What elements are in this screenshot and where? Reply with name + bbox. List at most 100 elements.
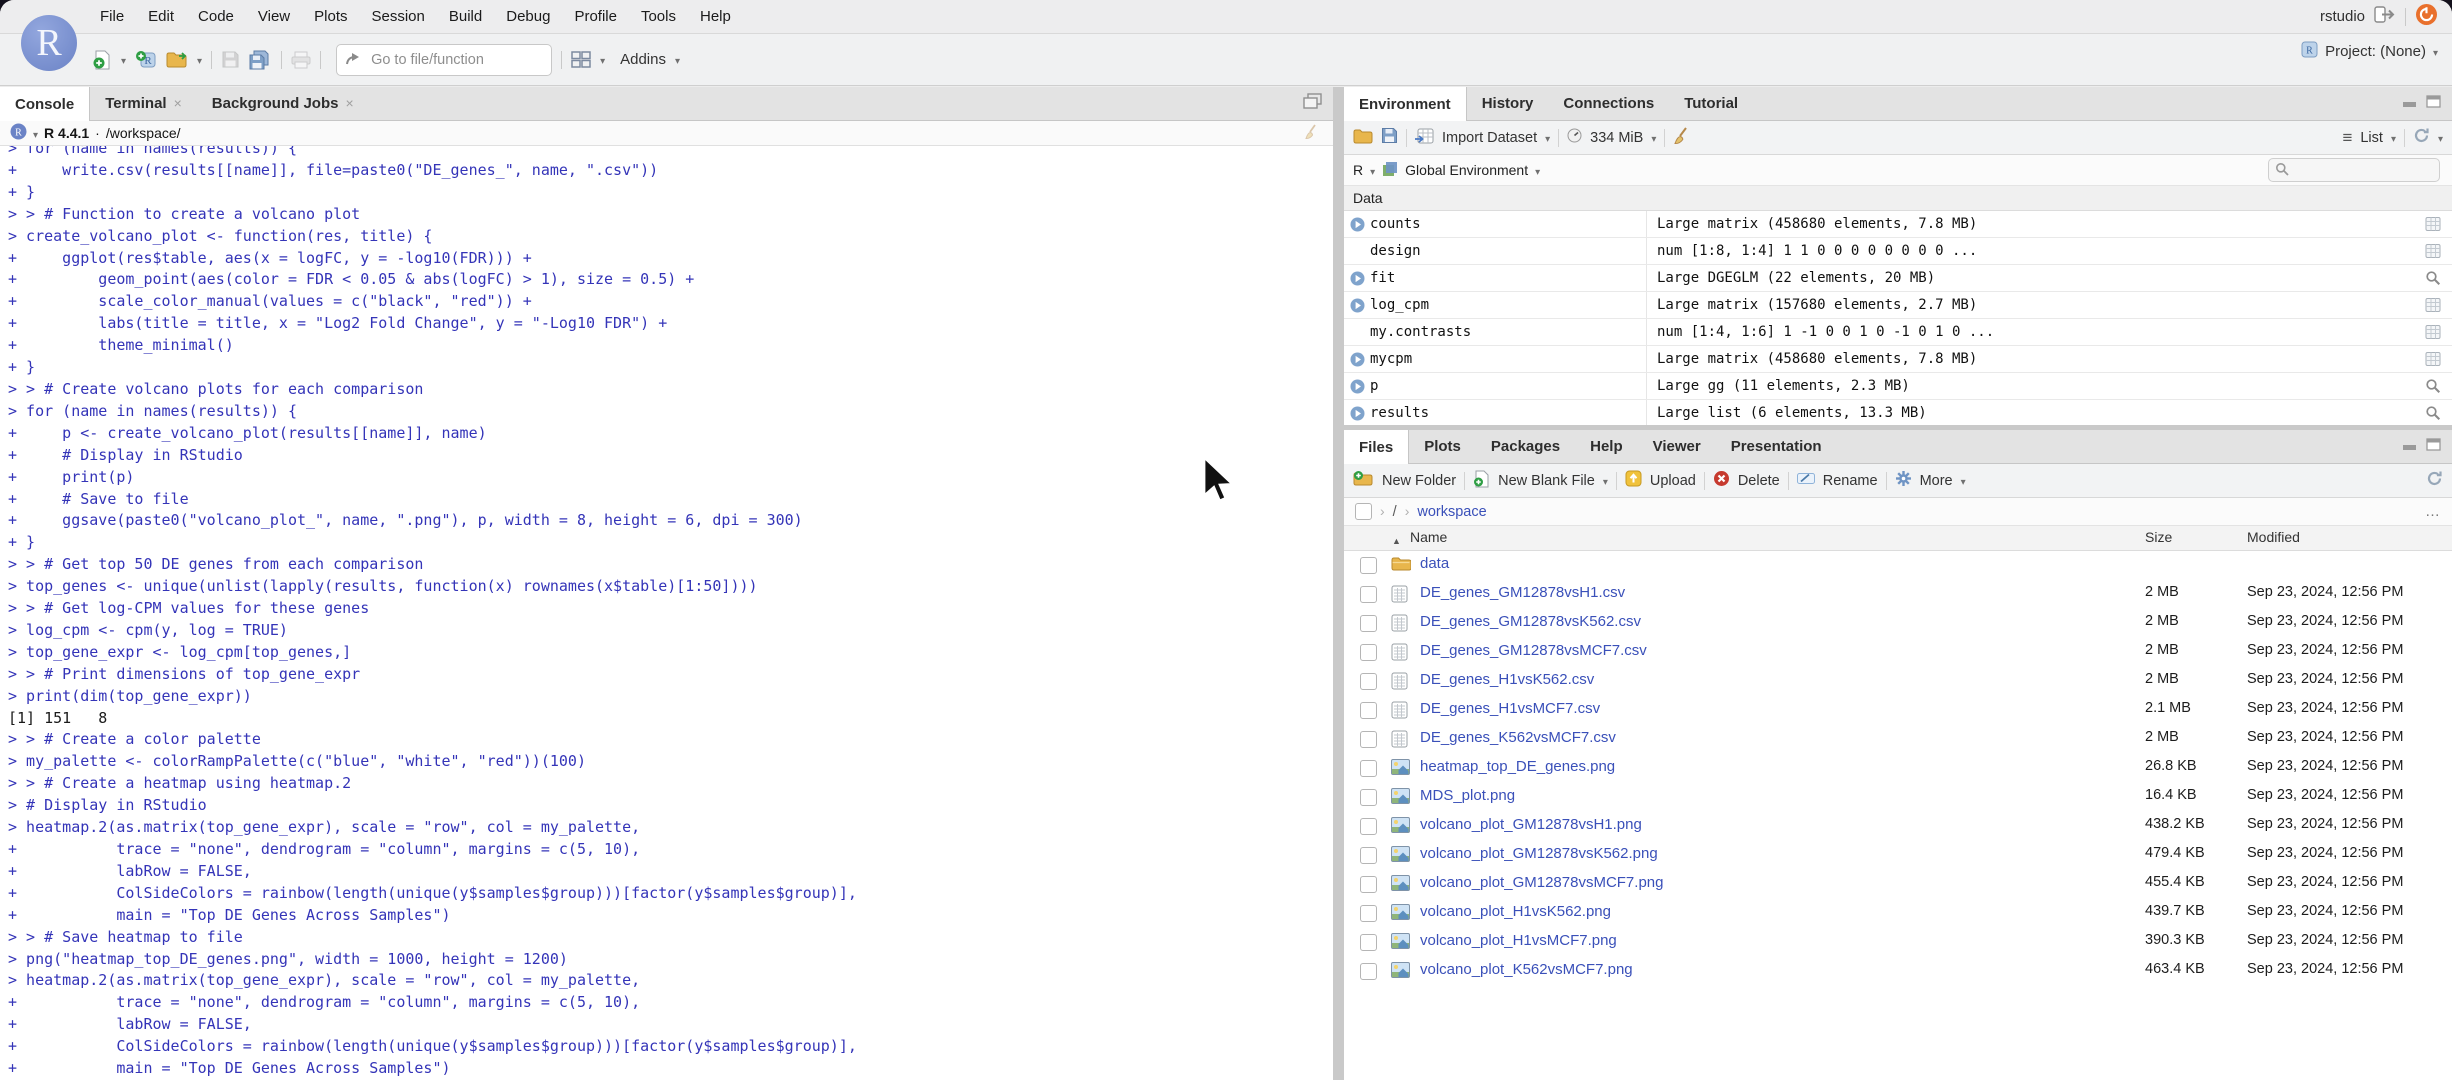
clear-objects-icon[interactable]: [1673, 126, 1690, 149]
expand-object-icon[interactable]: [1344, 298, 1370, 313]
path-directory[interactable]: workspace: [1417, 504, 1486, 520]
tab-files[interactable]: Files: [1344, 430, 1410, 464]
goto-file-box[interactable]: [336, 43, 553, 76]
file-name-link[interactable]: volcano_plot_GM12878vsMCF7.png: [1420, 874, 1663, 891]
file-checkbox[interactable]: [1360, 586, 1377, 603]
minimize-pane-icon[interactable]: [2402, 438, 2418, 456]
save-button[interactable]: [221, 50, 240, 69]
tab-history[interactable]: History: [1467, 87, 1549, 120]
expand-object-icon[interactable]: [1344, 217, 1370, 232]
menu-item-debug[interactable]: Debug: [506, 8, 550, 25]
file-row[interactable]: DE_genes_H1vsMCF7.csv 2.1 MB Sep 23, 2024,…: [1344, 696, 2452, 725]
file-row[interactable]: heatmap_top_DE_genes.png 26.8 KB Sep 23, 2…: [1344, 754, 2452, 783]
file-checkbox[interactable]: [1360, 615, 1377, 632]
working-directory-label[interactable]: /workspace/: [106, 125, 181, 141]
open-file-button[interactable]: [166, 51, 188, 69]
new-folder-button[interactable]: New Folder: [1382, 473, 1456, 489]
file-checkbox[interactable]: [1360, 818, 1377, 835]
file-checkbox[interactable]: [1360, 673, 1377, 690]
expand-object-icon[interactable]: [1344, 379, 1370, 394]
menu-item-build[interactable]: Build: [449, 8, 482, 25]
refresh-environment-icon[interactable]: [2413, 127, 2430, 148]
file-checkbox[interactable]: [1360, 557, 1377, 574]
memory-caret-icon[interactable]: [1651, 130, 1656, 146]
project-selector[interactable]: R Project: (None): [2301, 41, 2438, 62]
tab-terminal[interactable]: Terminal: [90, 87, 197, 120]
environment-caret-icon[interactable]: [1535, 162, 1540, 178]
tab-packages[interactable]: Packages: [1476, 430, 1575, 463]
vertical-splitter[interactable]: [1333, 87, 1344, 1080]
file-checkbox[interactable]: [1360, 963, 1377, 980]
menu-item-session[interactable]: Session: [372, 8, 425, 25]
panes-dropdown-caret-icon[interactable]: [600, 51, 605, 68]
load-workspace-icon[interactable]: [1353, 128, 1373, 148]
file-row[interactable]: DE_genes_GM12878vsK562.csv 2 MB Sep 23, 20…: [1344, 609, 2452, 638]
file-row[interactable]: DE_genes_GM12878vsMCF7.csv 2 MB Sep 23, 20…: [1344, 638, 2452, 667]
view-table-icon[interactable]: [2414, 297, 2452, 313]
column-header-size[interactable]: Size: [2145, 529, 2172, 545]
file-name-link[interactable]: volcano_plot_H1vsK562.png: [1420, 903, 1611, 920]
file-row[interactable]: DE_genes_K562vsMCF7.csv 2 MB Sep 23, 2024,…: [1344, 725, 2452, 754]
environment-object-row[interactable]: log_cpm Large matrix (157680 elements, 2.…: [1344, 292, 2452, 319]
file-row[interactable]: MDS_plot.png 16.4 KB Sep 23, 2024, 12:56 P…: [1344, 783, 2452, 812]
file-row[interactable]: volcano_plot_H1vsMCF7.png 390.3 KB Sep 23,…: [1344, 928, 2452, 957]
refresh-caret-icon[interactable]: [2438, 130, 2443, 146]
new-file-button[interactable]: [92, 50, 112, 70]
r-version-icon[interactable]: R: [10, 123, 27, 143]
delete-button[interactable]: Delete: [1738, 473, 1780, 489]
file-name-link[interactable]: DE_genes_GM12878vsH1.csv: [1420, 584, 1625, 601]
new-blank-file-caret-icon[interactable]: [1603, 473, 1608, 489]
tab-plots[interactable]: Plots: [1409, 430, 1476, 463]
expand-object-icon[interactable]: [1344, 406, 1370, 421]
menu-item-edit[interactable]: Edit: [148, 8, 174, 25]
tab-environment[interactable]: Environment: [1344, 87, 1467, 121]
file-checkbox[interactable]: [1360, 702, 1377, 719]
tab-help[interactable]: Help: [1575, 430, 1638, 463]
import-dataset-button[interactable]: Import Dataset: [1442, 130, 1537, 146]
tab-tutorial[interactable]: Tutorial: [1669, 87, 1753, 120]
menu-item-plots[interactable]: Plots: [314, 8, 347, 25]
file-name-link[interactable]: DE_genes_K562vsMCF7.csv: [1420, 729, 1616, 746]
menu-item-profile[interactable]: Profile: [574, 8, 617, 25]
file-checkbox[interactable]: [1360, 731, 1377, 748]
import-dataset-caret-icon[interactable]: [1545, 130, 1550, 146]
file-name-link[interactable]: DE_genes_H1vsK562.csv: [1420, 671, 1594, 688]
tab-presentation[interactable]: Presentation: [1716, 430, 1837, 463]
file-checkbox[interactable]: [1360, 847, 1377, 864]
new-blank-file-button[interactable]: New Blank File: [1498, 473, 1595, 489]
close-tab-icon[interactable]: [174, 95, 182, 112]
menu-item-view[interactable]: View: [258, 8, 290, 25]
tab-connections[interactable]: Connections: [1548, 87, 1669, 120]
file-row[interactable]: volcano_plot_K562vsMCF7.png 463.4 KB Sep 2…: [1344, 957, 2452, 986]
addins-button[interactable]: Addins: [620, 51, 666, 68]
file-row[interactable]: volcano_plot_GM12878vsH1.png 438.2 KB Sep …: [1344, 812, 2452, 841]
inspect-object-icon[interactable]: [2414, 378, 2452, 394]
environment-selector[interactable]: Global Environment: [1405, 162, 1528, 178]
column-header-name[interactable]: Name: [1410, 529, 1447, 545]
file-name-link[interactable]: DE_genes_H1vsMCF7.csv: [1420, 700, 1600, 717]
file-checkbox[interactable]: [1360, 934, 1377, 951]
menu-item-help[interactable]: Help: [700, 8, 731, 25]
menu-item-file[interactable]: File: [100, 8, 124, 25]
tab-viewer[interactable]: Viewer: [1638, 430, 1716, 463]
file-checkbox[interactable]: [1360, 876, 1377, 893]
open-file-dropdown-caret-icon[interactable]: [197, 51, 202, 68]
sign-out-icon[interactable]: [2374, 6, 2396, 27]
console-output-area[interactable]: > for (name in names(results)) {+ write.…: [0, 146, 1333, 1080]
path-root[interactable]: /: [1393, 504, 1397, 520]
menu-item-tools[interactable]: Tools: [641, 8, 676, 25]
view-table-icon[interactable]: [2414, 243, 2452, 259]
view-mode-button[interactable]: List: [2360, 130, 2383, 146]
tab-console[interactable]: Console: [0, 87, 91, 121]
goto-file-input[interactable]: [369, 50, 514, 69]
clear-console-icon[interactable]: [1304, 123, 1319, 143]
environment-object-row[interactable]: results Large list (6 elements, 13.3 MB): [1344, 400, 2452, 425]
new-project-button[interactable]: R: [135, 50, 157, 70]
file-name-link[interactable]: volcano_plot_GM12878vsK562.png: [1420, 845, 1658, 862]
maximize-pane-icon[interactable]: [2426, 437, 2442, 456]
maximize-pane-icon[interactable]: [2426, 94, 2442, 113]
file-row[interactable]: DE_genes_H1vsK562.csv 2 MB Sep 23, 2024, 1…: [1344, 667, 2452, 696]
file-name-link[interactable]: DE_genes_GM12878vsK562.csv: [1420, 613, 1641, 630]
expand-object-icon[interactable]: [1344, 271, 1370, 286]
path-more-button[interactable]: [2425, 503, 2440, 520]
